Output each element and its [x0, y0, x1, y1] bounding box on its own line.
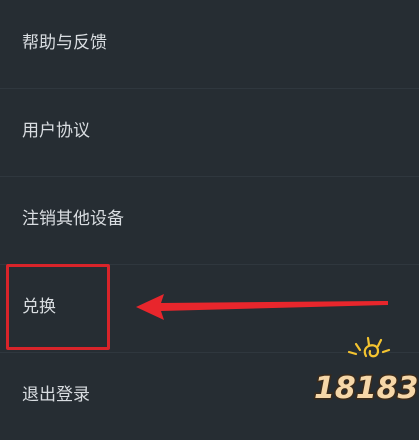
menu-divider	[0, 176, 419, 177]
menu-item-user-agreement[interactable]: 用户协议	[0, 90, 419, 176]
watermark-logo-icon: 18183	[313, 336, 419, 408]
menu-item-label: 注销其他设备	[22, 209, 124, 229]
menu-item-help-feedback[interactable]: 帮助与反馈	[0, 2, 419, 88]
watermark-text: 18183	[314, 371, 418, 406]
highlight-box	[6, 264, 110, 350]
menu-item-label: 帮助与反馈	[22, 33, 107, 53]
menu-item-label: 用户协议	[22, 121, 90, 141]
menu-item-logout-other-devices[interactable]: 注销其他设备	[0, 178, 419, 264]
arrow-pointer-icon	[136, 294, 388, 320]
menu-divider	[0, 88, 419, 89]
menu-item-label: 退出登录	[22, 385, 90, 405]
